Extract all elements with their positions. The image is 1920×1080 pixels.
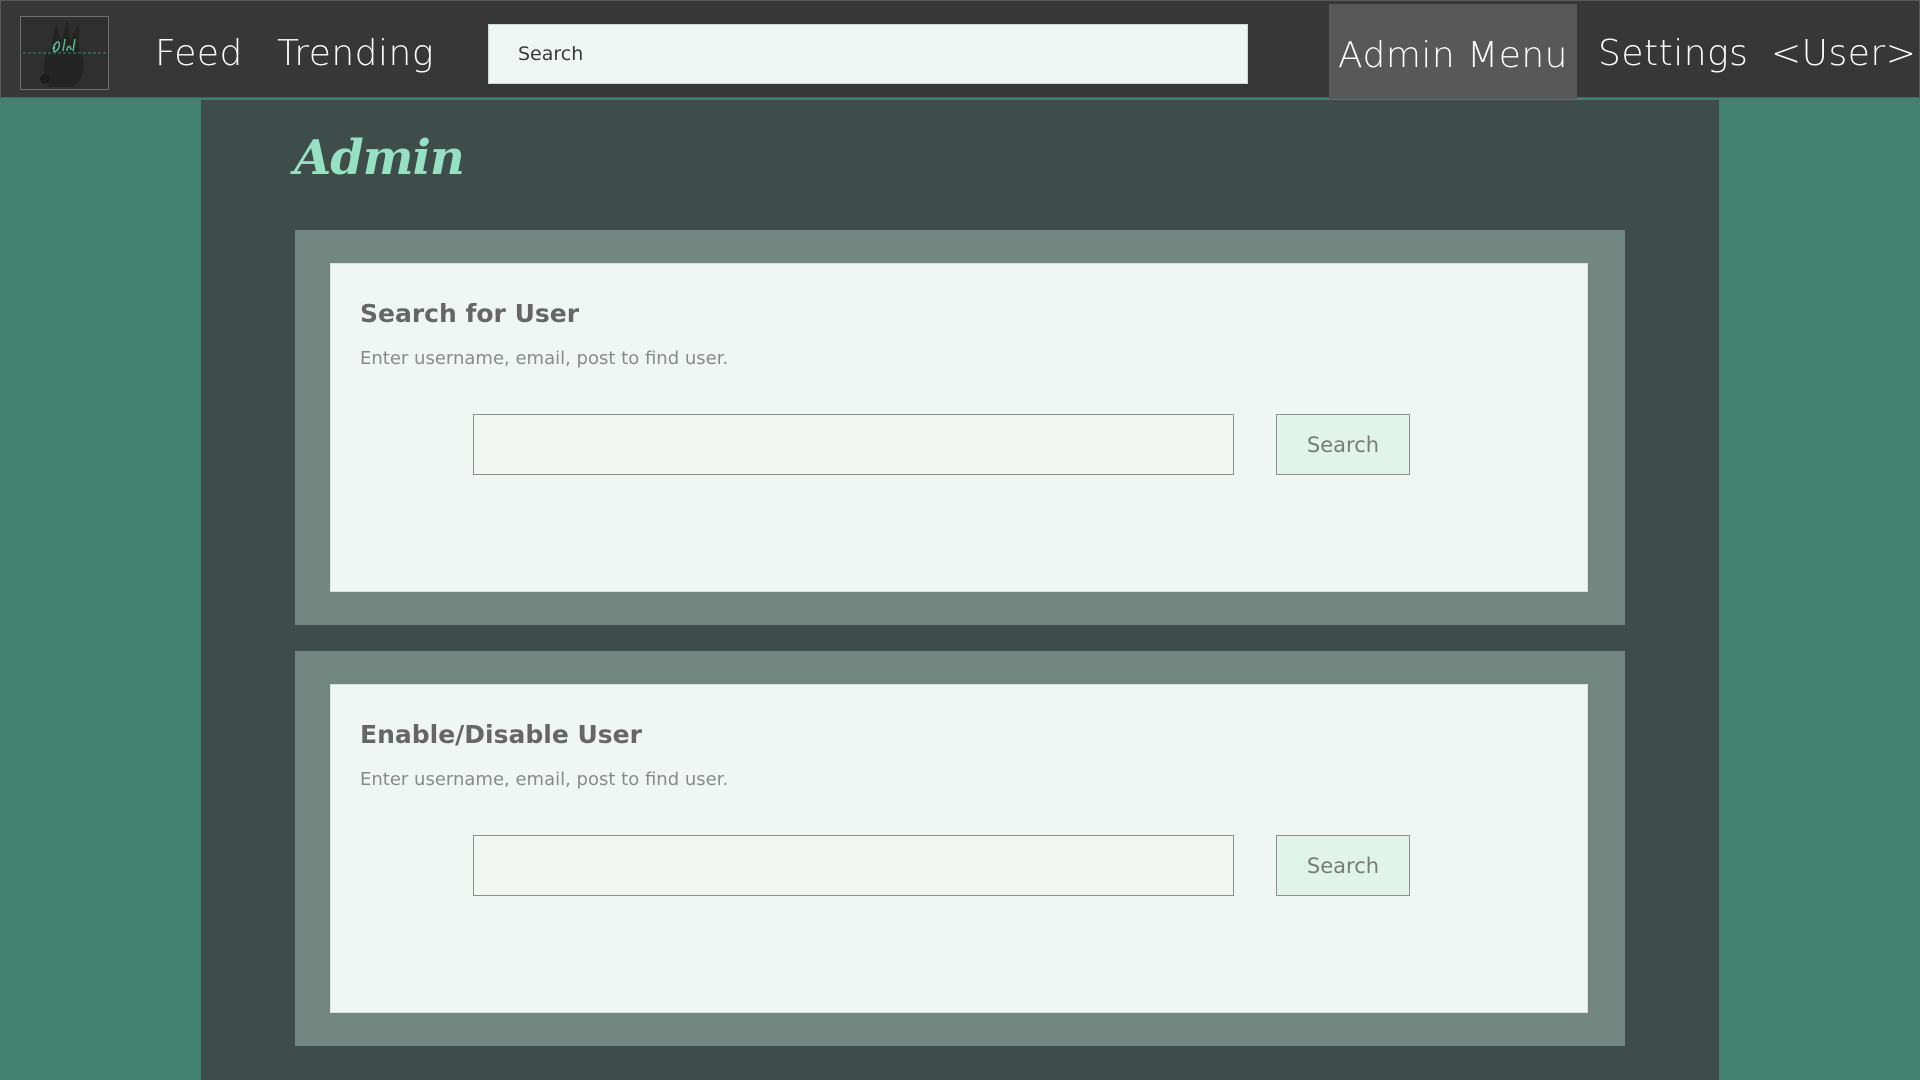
search-user-card-body: Search for User Enter username, email, p… [330,263,1588,592]
admin-panel: Admin Search for User Enter username, em… [201,100,1719,1080]
search-user-button[interactable]: Search [1276,414,1410,475]
page-title: Admin [294,130,465,186]
card-title: Search for User [360,299,580,328]
brand-logo[interactable] [20,16,109,90]
nav-feed[interactable]: Feed [155,1,243,99]
nav-settings[interactable]: Settings [1598,1,1748,99]
enable-disable-user-card-body: Enable/Disable User Enter username, emai… [330,684,1588,1013]
card-title: Enable/Disable User [360,720,642,749]
top-nav-bar: Feed Trending Admin Menu Settings <User> [0,0,1920,99]
search-user-input[interactable] [473,414,1234,475]
card-description: Enter username, email, post to find user… [360,769,729,790]
enable-disable-user-card: Enable/Disable User Enter username, emai… [295,651,1625,1046]
enable-disable-search-button[interactable]: Search [1276,835,1410,896]
global-search-input[interactable] [488,24,1248,84]
nav-admin-menu[interactable]: Admin Menu [1329,4,1577,99]
brand-logo-icon [23,20,106,87]
nav-trending[interactable]: Trending [277,1,434,99]
enable-disable-user-input[interactable] [473,835,1234,896]
search-user-card: Search for User Enter username, email, p… [295,230,1625,625]
nav-user-menu[interactable]: <User> [1771,1,1916,99]
card-description: Enter username, email, post to find user… [360,348,729,369]
